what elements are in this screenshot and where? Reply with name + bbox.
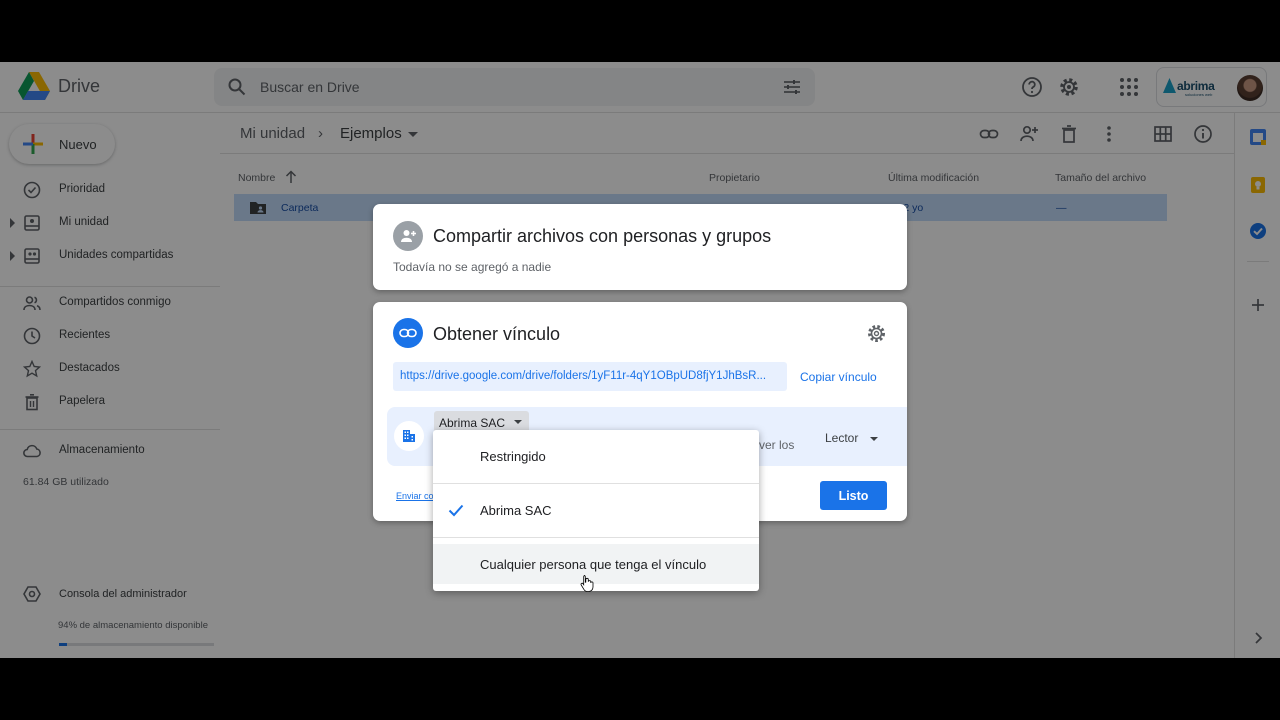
share-dialog-title: Compartir archivos con personas y grupos bbox=[433, 226, 772, 246]
link-url-text[interactable]: https://drive.google.com/drive/folders/1… bbox=[400, 370, 784, 382]
menu-item-label: Abrima SAC bbox=[480, 503, 552, 518]
done-button[interactable]: Listo bbox=[820, 481, 887, 510]
menu-item-anyone-with-link[interactable]: Cualquier persona que tenga el vínculo bbox=[433, 544, 759, 584]
drive-window: Drive Buscar en Drive abrima soluciones … bbox=[0, 62, 1280, 658]
check-icon bbox=[448, 504, 464, 517]
menu-divider bbox=[433, 483, 759, 484]
access-description: ver los bbox=[759, 438, 795, 452]
hand-cursor-icon bbox=[580, 575, 594, 592]
building-icon bbox=[403, 430, 415, 442]
organization-avatar bbox=[394, 421, 424, 451]
share-avatar bbox=[393, 221, 423, 251]
caret-down-icon bbox=[514, 420, 522, 424]
person-add-icon bbox=[401, 230, 416, 242]
copy-link-button[interactable]: Copiar vínculo bbox=[800, 370, 877, 384]
link-dialog-title: Obtener vínculo bbox=[433, 324, 561, 344]
link-url-field[interactable]: https://drive.google.com/drive/folders/1… bbox=[393, 362, 787, 391]
menu-item-restricted[interactable]: Restringido bbox=[433, 436, 759, 476]
share-people-card: Compartir archivos con personas y grupos… bbox=[373, 204, 907, 290]
send-feedback-link[interactable]: Enviar co bbox=[396, 491, 434, 501]
share-settings-gear-icon[interactable] bbox=[867, 324, 886, 343]
menu-item-label: Restringido bbox=[480, 449, 546, 464]
link-avatar bbox=[393, 318, 423, 348]
menu-item-organization[interactable]: Abrima SAC bbox=[433, 490, 759, 530]
menu-divider bbox=[433, 537, 759, 538]
role-dropdown[interactable]: Lector bbox=[825, 423, 891, 451]
menu-item-label: Cualquier persona que tenga el vínculo bbox=[480, 557, 707, 572]
link-icon bbox=[399, 328, 417, 338]
general-access-selected: Abrima SAC bbox=[439, 416, 506, 430]
share-dialog-subtitle: Todavía no se agregó a nadie bbox=[393, 260, 552, 274]
caret-down-icon bbox=[870, 437, 878, 441]
general-access-menu: Restringido Abrima SAC Cualquier persona… bbox=[433, 430, 759, 591]
role-label: Lector bbox=[825, 431, 859, 445]
